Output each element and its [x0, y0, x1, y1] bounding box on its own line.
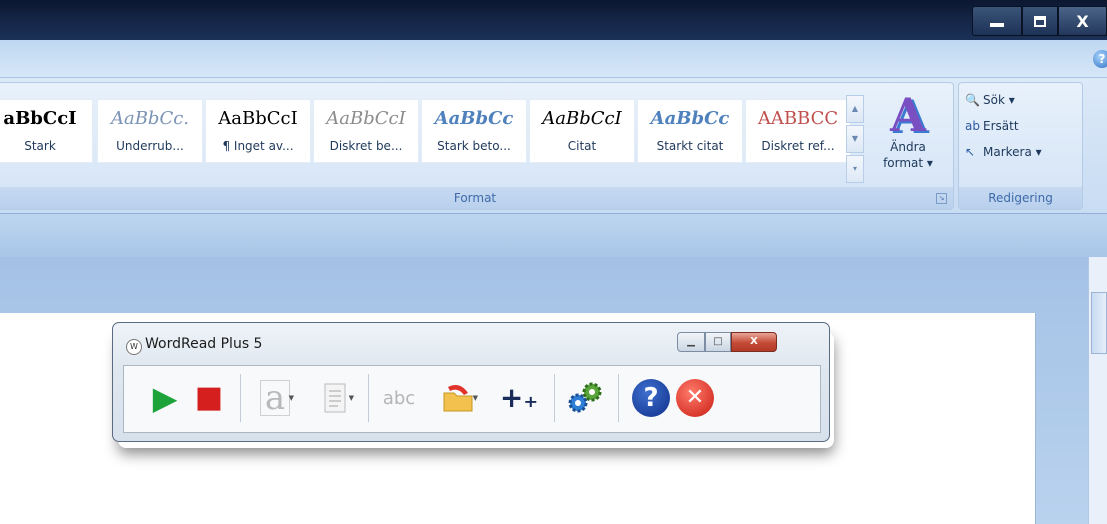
close-button[interactable]: X	[1058, 6, 1107, 36]
style-name: Stark beto...	[437, 139, 511, 153]
gallery-more-button[interactable]: ▾	[846, 155, 864, 183]
select-button[interactable]: ↖ Markera ▾	[965, 141, 1042, 163]
document-settings-button[interactable]: ▼	[312, 376, 358, 420]
wordread-app-icon: W	[126, 339, 142, 355]
separator	[240, 374, 241, 422]
play-button[interactable]: ▶	[142, 376, 188, 420]
style-name: Diskret be...	[329, 139, 403, 153]
add-words-button[interactable]: +₊	[496, 376, 542, 420]
style-sample: AABBCC	[757, 108, 839, 129]
dialog-launcher-icon[interactable]: ↘	[936, 193, 947, 204]
style-name: Starkt citat	[656, 139, 724, 153]
find-label: Sök ▾	[983, 93, 1015, 107]
style-sample: aBbCcI	[3, 108, 77, 129]
select-label: Markera ▾	[983, 145, 1042, 159]
chevron-down-icon: ▼	[472, 394, 478, 402]
style-name: Stark	[24, 139, 56, 153]
style-sample: AaBbCcI	[326, 108, 406, 129]
style-tile[interactable]: aBbCcI Stark	[0, 99, 93, 163]
minimize-button[interactable]	[972, 6, 1022, 36]
style-tile[interactable]: AaBbCc Stark beto...	[421, 99, 527, 163]
style-tile[interactable]: AaBbCc Starkt citat	[637, 99, 743, 163]
wordread-maximize-button[interactable]: □	[705, 332, 731, 352]
document-icon	[324, 383, 346, 413]
stop-button[interactable]: ■	[186, 376, 232, 420]
find-button[interactable]: 🔍 Sök ▾	[965, 89, 1015, 111]
exit-button[interactable]: ✕	[672, 376, 718, 420]
replace-label: Ersätt	[983, 119, 1019, 133]
title-bar	[0, 0, 1107, 40]
minimize-icon	[990, 23, 1004, 27]
cursor-icon: ↖	[965, 145, 976, 159]
style-tile[interactable]: AABBCC Diskret ref...	[745, 99, 851, 163]
add-icon: +₊	[499, 381, 539, 414]
change-format-label-2: format ▾	[883, 156, 933, 170]
wordread-window-controls: ▁ □ X	[677, 332, 817, 352]
gallery-down-button[interactable]: ▼	[846, 125, 864, 153]
folder-icon	[443, 385, 473, 412]
ribbon-tab-strip	[0, 40, 1107, 78]
style-name: ¶ Inget av...	[222, 139, 294, 153]
close-icon: X	[1076, 11, 1089, 31]
open-folder-button[interactable]: ▼	[436, 376, 482, 420]
spell-check-button[interactable]: abc	[376, 376, 422, 420]
play-icon: ▶	[152, 379, 178, 417]
style-tile[interactable]: AaBbCcI Citat	[529, 99, 635, 163]
window-controls: X	[972, 6, 1107, 36]
gears-icon	[568, 382, 602, 413]
chevron-down-icon: ▼	[288, 394, 294, 402]
format-group: aBbCcI Stark AaBbCc. Underrub... AaBbCcI ¶ In…	[0, 82, 954, 210]
style-name: Underrub...	[116, 139, 184, 153]
ruler-bar	[0, 213, 1107, 257]
editing-group: 🔍 Sök ▾ ab Ersätt ↖ Markera ▾ Redigering	[958, 82, 1083, 210]
style-sample: AaBbCc	[650, 108, 730, 129]
style-sample: AaBbCcI	[542, 108, 622, 129]
style-sample: AaBbCc	[434, 108, 514, 129]
binoculars-icon: 🔍	[965, 93, 980, 107]
separator	[618, 374, 619, 422]
gallery-scrollbar: ▲ ▼ ▾	[846, 95, 864, 183]
style-name: Diskret ref...	[761, 139, 835, 153]
wordread-window: W WordRead Plus 5 ▁ □ X ▶ ■ a ▼ ▼ abc ▼	[112, 322, 830, 442]
chevron-down-icon: ▼	[348, 394, 354, 402]
style-sample: AaBbCc.	[110, 108, 190, 129]
help-icon: ?	[632, 379, 670, 417]
change-format-label-1: Ändra	[890, 140, 926, 154]
replace-icon: ab	[965, 119, 980, 133]
wordread-toolbar: ▶ ■ a ▼ ▼ abc ▼ +₊ ? ✕	[123, 365, 821, 433]
exit-icon: ✕	[676, 379, 714, 417]
replace-button[interactable]: ab Ersätt	[965, 115, 1019, 137]
help-button[interactable]: ?	[628, 376, 674, 420]
separator	[368, 374, 369, 422]
stop-icon: ■	[194, 380, 224, 415]
vertical-scrollbar[interactable]	[1088, 257, 1107, 524]
restore-button[interactable]	[1022, 6, 1058, 36]
help-icon[interactable]: ?	[1093, 50, 1107, 68]
style-tile[interactable]: AaBbCcI ¶ Inget av...	[205, 99, 311, 163]
change-format-button[interactable]: A Ändra format ▾	[869, 91, 947, 191]
wordread-title: WordRead Plus 5	[145, 336, 263, 352]
editing-group-label: Redigering	[959, 187, 1082, 209]
spell-check-icon: abc	[382, 387, 416, 409]
settings-button[interactable]	[562, 376, 608, 420]
style-tile[interactable]: AaBbCc. Underrub...	[97, 99, 203, 163]
ribbon: aBbCcI Stark AaBbCc. Underrub... AaBbCcI ¶ In…	[0, 78, 1107, 213]
wordread-minimize-button[interactable]: ▁	[677, 332, 705, 352]
restore-icon	[1034, 15, 1046, 27]
font-settings-button[interactable]: a ▼	[252, 376, 298, 420]
scrollbar-thumb[interactable]	[1091, 292, 1107, 354]
wordread-close-button[interactable]: X	[731, 332, 777, 352]
style-name: Citat	[567, 139, 597, 153]
style-tile[interactable]: AaBbCcI Diskret be...	[313, 99, 419, 163]
font-icon: a	[259, 380, 291, 416]
gallery-up-button[interactable]: ▲	[846, 95, 864, 123]
style-sample: AaBbCcI	[218, 108, 298, 129]
separator	[554, 374, 555, 422]
format-group-label: Format	[0, 187, 953, 209]
change-styles-icon: A	[890, 88, 926, 142]
